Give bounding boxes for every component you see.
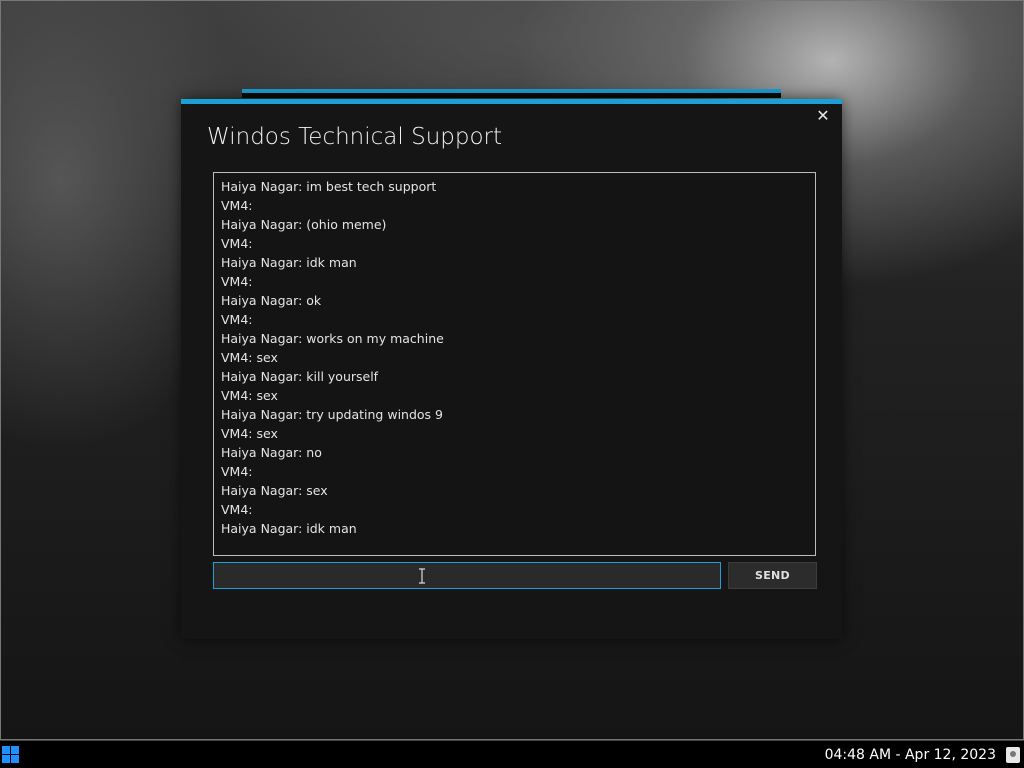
support-chat-window: ✕ Windos Technical Support Haiya Nagar: …	[181, 99, 842, 639]
chat-line: Haiya Nagar: no	[221, 445, 322, 460]
chat-log[interactable]: Haiya Nagar: im best tech support VM4: Hai…	[213, 172, 816, 556]
chat-line: VM4:	[221, 464, 253, 479]
chat-line: Haiya Nagar: idk man	[221, 521, 357, 536]
windows-logo-icon[interactable]	[2, 746, 19, 763]
chat-line: Haiya Nagar: (ohio meme)	[221, 217, 387, 232]
chat-line: VM4:	[221, 312, 253, 327]
chat-line: Haiya Nagar: ok	[221, 293, 322, 308]
background-window-edge	[242, 89, 781, 98]
taskbar: 04:48 AM - Apr 12, 2023	[0, 740, 1024, 768]
message-input[interactable]	[213, 562, 721, 589]
chat-line: Haiya Nagar: works on my machine	[221, 331, 444, 346]
chat-line: Haiya Nagar: sex	[221, 483, 328, 498]
chat-line: Haiya Nagar: kill yourself	[221, 369, 379, 384]
chat-line: VM4: sex	[221, 426, 278, 441]
chat-line: VM4:	[221, 236, 253, 251]
chat-line: Haiya Nagar: im best tech support	[221, 179, 437, 194]
chat-line: VM4:	[221, 502, 253, 517]
chat-line: VM4:	[221, 198, 253, 213]
notification-icon[interactable]	[1006, 747, 1020, 763]
chat-line: Haiya Nagar: try updating windos 9	[221, 407, 443, 422]
close-button[interactable]: ✕	[814, 107, 832, 125]
close-icon[interactable]: ✕	[816, 106, 829, 125]
chat-line: VM4: sex	[221, 350, 278, 365]
chat-line: VM4:	[221, 274, 253, 289]
chat-line: Haiya Nagar: idk man	[221, 255, 357, 270]
chat-line: VM4: sex	[221, 388, 278, 403]
window-title: Windos Technical Support	[207, 124, 503, 150]
send-button[interactable]: SEND	[728, 562, 817, 589]
taskbar-clock[interactable]: 04:48 AM - Apr 12, 2023	[825, 745, 996, 765]
